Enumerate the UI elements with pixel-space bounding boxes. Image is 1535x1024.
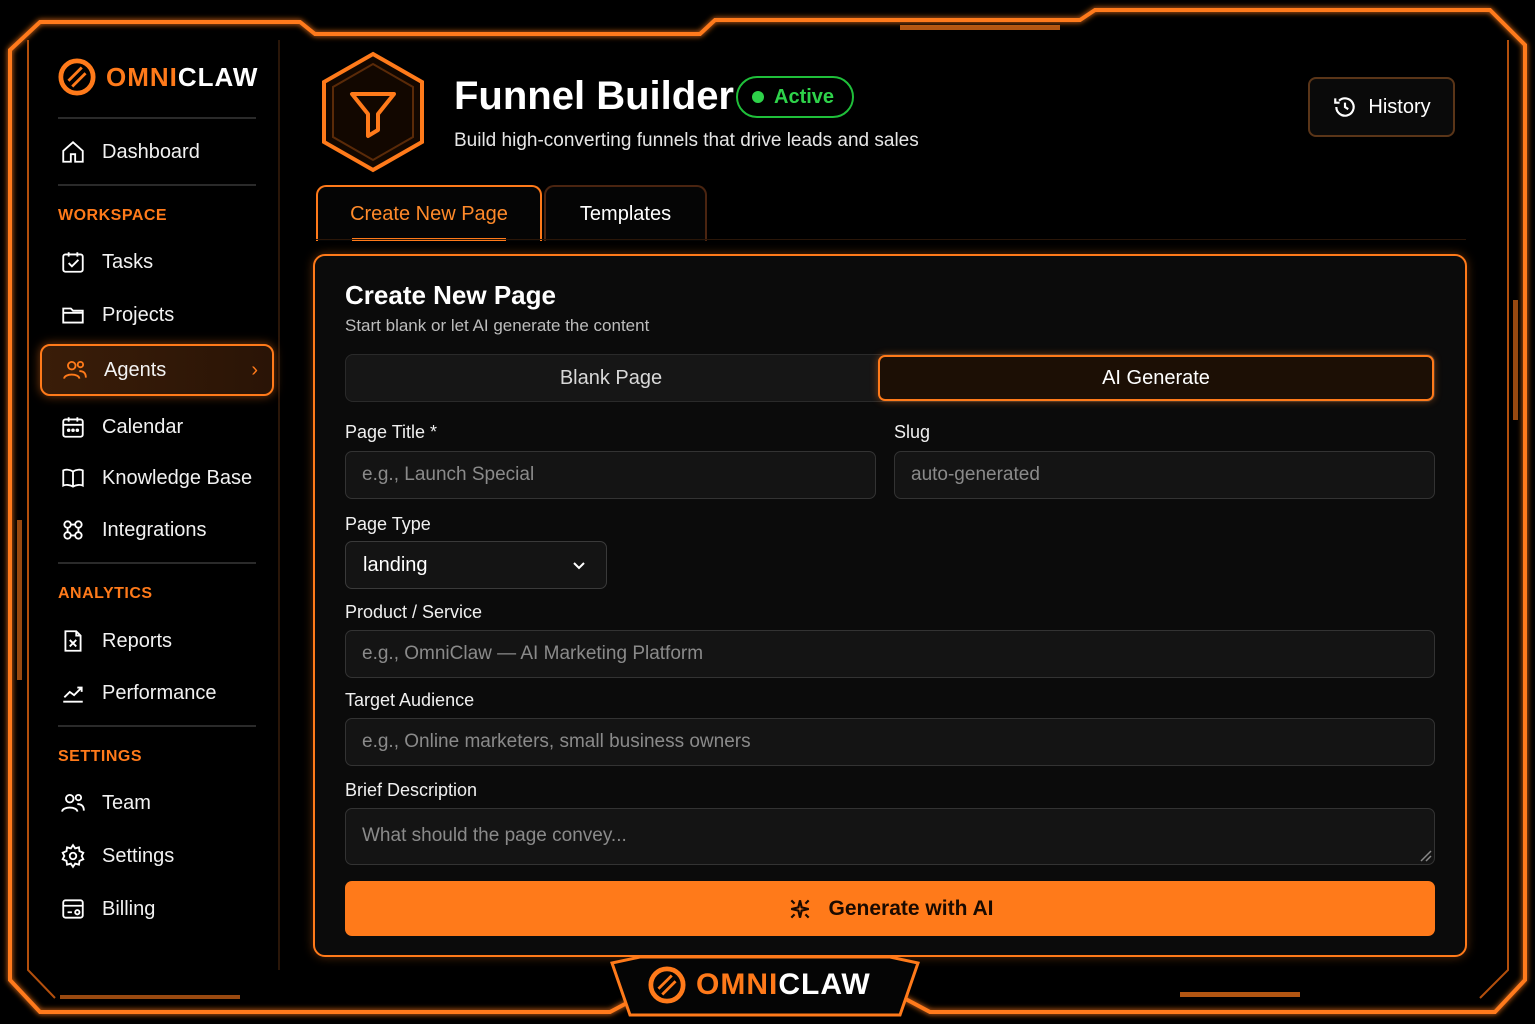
section-label-analytics: ANALYTICS <box>58 585 153 602</box>
divider <box>58 117 256 119</box>
sidebar-item-label: Team <box>102 791 151 814</box>
omniclaw-logo-icon <box>58 58 96 96</box>
divider <box>58 562 256 564</box>
sidebar-item-label: Billing <box>102 897 156 920</box>
status-label: Active <box>774 85 835 108</box>
section-label-settings: SETTINGS <box>58 748 143 765</box>
audience-label: Target Audience <box>345 690 475 710</box>
sidebar-item-integrations[interactable]: Integrations <box>40 504 274 556</box>
generate-with-ai-button[interactable]: Generate with AI <box>345 881 1435 936</box>
sidebar-item-calendar[interactable]: Calendar <box>40 401 274 453</box>
integrations-icon <box>63 520 83 540</box>
page-title: Funnel Builder <box>454 74 734 118</box>
brand-name: OMNICLAW <box>106 61 259 92</box>
mode-toggle: Blank Page AI Generate <box>345 354 1435 402</box>
sidebar-item-reports[interactable]: Reports <box>40 615 274 667</box>
sidebar-item-billing[interactable]: Billing <box>40 883 274 935</box>
page-title-label: Page Title * <box>345 422 438 442</box>
home-icon <box>62 141 84 163</box>
gear-icon <box>61 843 85 869</box>
generate-label: Generate with AI <box>828 896 994 920</box>
sparkle-icon <box>790 899 809 918</box>
history-button[interactable]: History <box>1308 77 1455 137</box>
history-icon <box>1334 97 1356 117</box>
bottom-brand-logo: OMNICLAW <box>648 966 871 1004</box>
status-dot-icon <box>752 91 764 103</box>
status-badge: Active <box>736 76 855 118</box>
tab-templates[interactable]: Templates <box>544 185 707 241</box>
sidebar-item-label: Knowledge Base <box>102 466 253 489</box>
sidebar-item-projects[interactable]: Projects <box>40 289 274 341</box>
tab-label: Create New Page <box>350 202 508 225</box>
history-label: History <box>1368 95 1431 118</box>
page-type-select[interactable]: landing <box>345 541 607 589</box>
sidebar-item-label: Performance <box>102 681 217 704</box>
slug-input[interactable] <box>894 451 1435 499</box>
sidebar-item-label: Dashboard <box>102 140 200 163</box>
funnel-icon <box>322 51 424 173</box>
users-icon <box>63 360 87 379</box>
description-label: Brief Description <box>345 780 478 800</box>
sidebar-item-dashboard[interactable]: Dashboard <box>40 126 274 178</box>
book-icon <box>62 468 84 488</box>
sidebar-item-label: Agents <box>104 358 167 381</box>
tab-create-new-page[interactable]: Create New Page <box>316 185 542 241</box>
sidebar-item-knowledge-base[interactable]: Knowledge Base <box>40 452 274 504</box>
chart-line-icon <box>63 686 83 703</box>
brand-name: OMNICLAW <box>696 968 871 1001</box>
billing-icon <box>62 899 84 919</box>
card-title: Create New Page <box>345 280 556 310</box>
team-icon <box>61 793 85 812</box>
slug-label: Slug <box>894 422 931 442</box>
page-type-value: landing <box>363 553 428 576</box>
calendar-icon <box>62 417 84 438</box>
description-textarea[interactable] <box>345 808 1435 865</box>
page-subtitle: Build high-converting funnels that drive… <box>454 130 919 151</box>
product-label: Product / Service <box>345 602 483 622</box>
sidebar-item-performance[interactable]: Performance <box>40 667 274 719</box>
sidebar-item-label: Integrations <box>102 518 207 541</box>
resize-handle-icon[interactable] <box>1418 848 1432 862</box>
divider <box>58 725 256 727</box>
chevron-down-icon <box>573 562 585 570</box>
chevron-right-icon: › <box>251 358 258 381</box>
brand-logo[interactable]: OMNICLAW <box>58 58 258 96</box>
tab-divider <box>316 239 1466 240</box>
sidebar-item-label: Reports <box>102 629 173 652</box>
audience-input[interactable] <box>345 718 1435 766</box>
sidebar-item-tasks[interactable]: Tasks <box>40 236 274 288</box>
page-type-label: Page Type <box>345 514 431 534</box>
card-subtitle: Start blank or let AI generate the conte… <box>345 316 650 335</box>
blank-page-option[interactable]: Blank Page <box>346 355 876 401</box>
folder-icon <box>62 307 84 324</box>
sidebar-item-label: Settings <box>102 844 175 867</box>
report-icon <box>64 630 82 652</box>
divider <box>58 184 256 186</box>
section-label-workspace: WORKSPACE <box>58 207 168 224</box>
tab-label: Templates <box>579 202 672 225</box>
sidebar-item-team[interactable]: Team <box>40 777 274 829</box>
product-input[interactable] <box>345 630 1435 678</box>
sidebar-item-label: Calendar <box>102 415 184 438</box>
sidebar-item-settings[interactable]: Settings <box>40 830 274 882</box>
sidebar-item-label: Tasks <box>102 250 154 273</box>
checklist-icon <box>62 252 84 273</box>
sidebar-item-agents[interactable]: Agents › <box>40 344 274 396</box>
omniclaw-logo-icon <box>648 966 686 1004</box>
sidebar-item-label: Projects <box>102 303 175 326</box>
page-title-input[interactable] <box>345 451 876 499</box>
ai-generate-option[interactable]: AI Generate <box>878 355 1434 401</box>
